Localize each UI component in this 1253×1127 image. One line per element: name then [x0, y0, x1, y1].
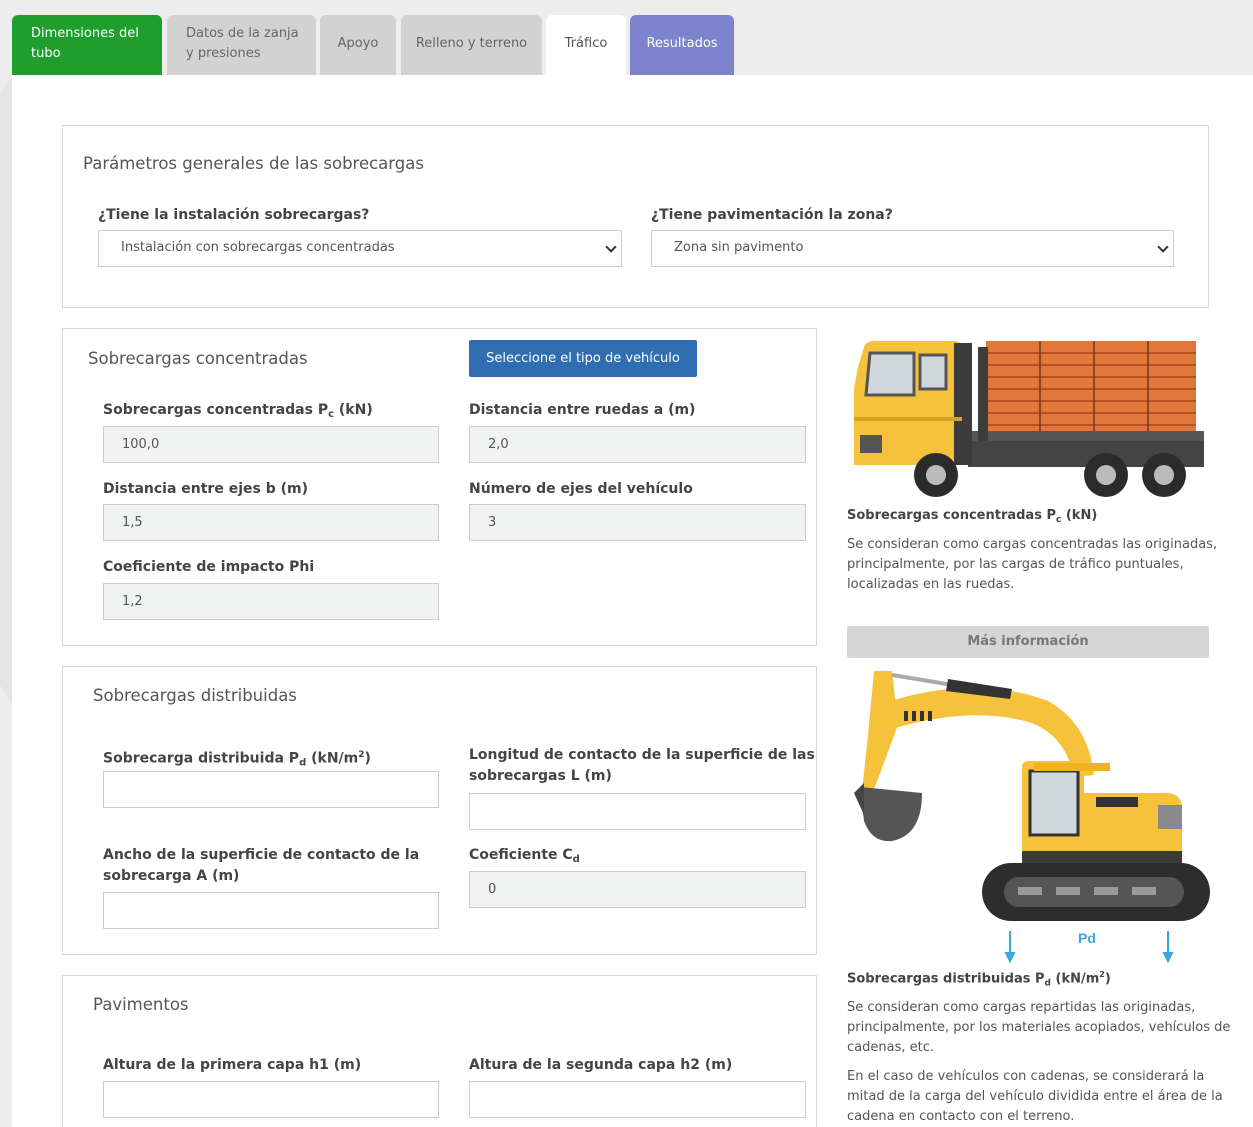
tab-trench-data[interactable]: Datos de la zanja y presiones	[167, 15, 316, 75]
excavator-bucket	[860, 787, 922, 842]
side-pd-description: Se consideran como cargas repartidas las…	[847, 1000, 1231, 1055]
select-vehicle-button[interactable]: Seleccione el tipo de vehículo	[469, 340, 697, 377]
pd-diagram-label: Pd	[1078, 930, 1096, 946]
panel-title: Sobrecargas concentradas	[88, 349, 308, 368]
second-layer-height-input[interactable]	[469, 1081, 806, 1118]
tab-label: Relleno y terreno	[415, 36, 528, 51]
more-info-button[interactable]: Más información	[847, 626, 1209, 658]
paving-type-select[interactable]: Zona sin pavimento	[651, 230, 1174, 267]
tab-label-line1: Dimensiones del	[31, 26, 139, 41]
panel-title: Pavimentos	[93, 995, 189, 1014]
excavator-arm	[862, 671, 898, 795]
wheel-distance-label: Distancia entre ruedas a (m)	[469, 402, 696, 418]
overload-type-select[interactable]: Instalación con sobrecargas concentradas	[98, 230, 622, 267]
panel-title: Sobrecargas distribuidas	[93, 686, 297, 705]
pc-label: Sobrecargas concentradas Pc (kN)	[103, 402, 373, 420]
general-parameters-panel: Parámetros generales de las sobrecargas …	[62, 125, 1209, 308]
first-layer-height-input[interactable]	[103, 1081, 439, 1118]
paving-question-label: ¿Tiene pavimentación la zona?	[651, 207, 893, 223]
excavator-illustration: Pd	[854, 671, 1210, 964]
impact-coefficient-input[interactable]	[103, 583, 439, 620]
side-pd-title: Sobrecargas distribuidas Pd (kN/m2)	[847, 970, 1111, 989]
pc-input[interactable]	[103, 426, 439, 463]
contact-length-label: Longitud de contacto de la superficie de…	[469, 747, 815, 784]
cd-input[interactable]	[469, 871, 806, 908]
tab-label-line2: tubo	[31, 46, 61, 61]
tab-backfill[interactable]: Relleno y terreno	[401, 15, 542, 75]
tab-traffic[interactable]: Tráfico	[546, 15, 626, 75]
contact-length-input[interactable]	[469, 793, 806, 830]
tab-support[interactable]: Apoyo	[320, 15, 396, 75]
contact-width-label: Ancho de la superficie de contacto de la…	[103, 847, 420, 884]
tab-pipe-dimensions[interactable]: Dimensiones del tubo	[12, 15, 162, 75]
tab-label-line2: y presiones	[186, 46, 261, 61]
concentrated-loads-panel: Sobrecargas concentradas Seleccione el t…	[62, 328, 817, 646]
axle-distance-label: Distancia entre ejes b (m)	[103, 481, 308, 497]
side-pc-title: Sobrecargas concentradas Pc (kN)	[847, 508, 1098, 525]
tab-label: Apoyo	[337, 36, 379, 51]
distributed-loads-panel: Sobrecargas distribuidas Sobrecarga dist…	[62, 666, 817, 955]
select-value: Zona sin pavimento	[674, 240, 804, 255]
truck-illustration	[854, 341, 1204, 497]
chevron-down-icon	[605, 241, 617, 253]
contact-width-input[interactable]	[103, 892, 439, 929]
first-layer-height-label: Altura de la primera capa h1 (m)	[103, 1057, 362, 1073]
tab-results[interactable]: Resultados	[630, 15, 734, 75]
chevron-down-icon	[1157, 241, 1169, 253]
side-pd-tracks-note: En el caso de vehículos con cadenas, se …	[847, 1069, 1223, 1124]
axle-distance-input[interactable]	[103, 504, 439, 541]
overload-question-label: ¿Tiene la instalación sobrecargas?	[98, 207, 370, 223]
axle-count-input[interactable]	[469, 504, 806, 541]
tab-label: Resultados	[646, 36, 718, 51]
select-value: Instalación con sobrecargas concentradas	[121, 240, 395, 255]
pipe-load	[986, 341, 1196, 437]
panel-title: Parámetros generales de las sobrecargas	[83, 154, 424, 173]
pd-input[interactable]	[103, 771, 439, 808]
tab-label-line1: Datos de la zanja	[186, 26, 299, 41]
pd-label: Sobrecarga distribuida Pd (kN/m2)	[103, 750, 371, 769]
axle-count-label: Número de ejes del vehículo	[469, 481, 693, 497]
tab-label: Tráfico	[564, 36, 608, 51]
pavements-panel: Pavimentos Altura de la primera capa h1 …	[62, 975, 817, 1127]
wheel-distance-input[interactable]	[469, 426, 806, 463]
second-layer-height-label: Altura de la segunda capa h2 (m)	[469, 1057, 733, 1073]
impact-coefficient-label: Coeficiente de impacto Phi	[103, 559, 315, 575]
side-pc-description: Se consideran como cargas concentradas l…	[847, 537, 1218, 592]
main-content: Parámetros generales de las sobrecargas …	[12, 75, 1253, 1127]
cd-label: Coeficiente Cd	[469, 847, 580, 865]
